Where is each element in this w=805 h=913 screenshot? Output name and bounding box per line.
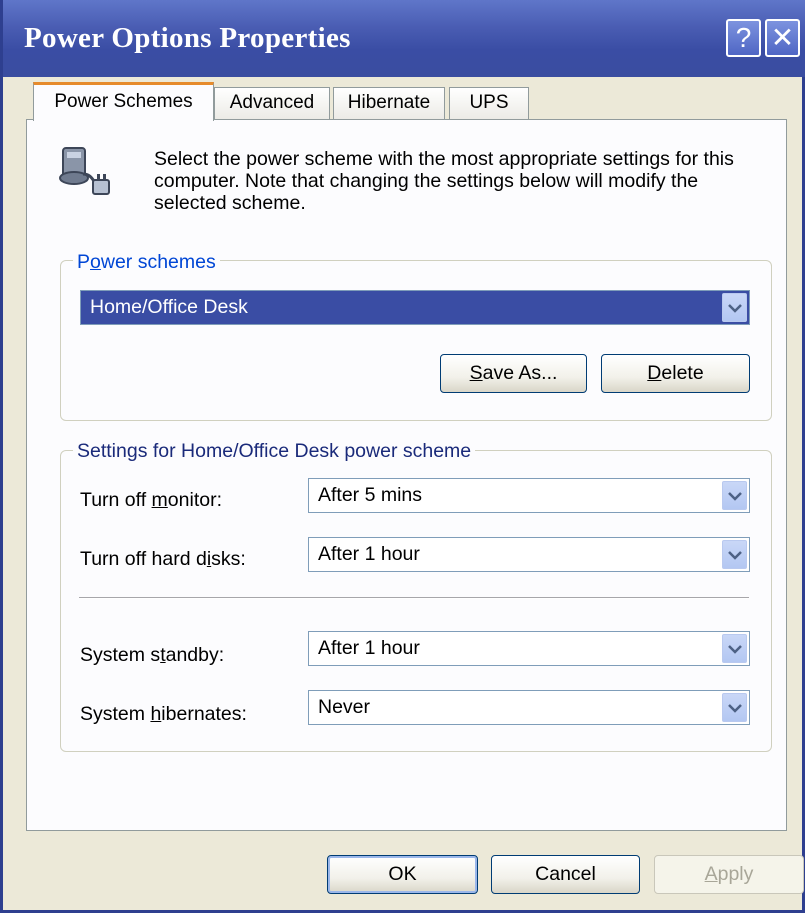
label-part: Turn off xyxy=(80,489,152,511)
label-part: onitor: xyxy=(167,489,222,511)
standby-label: System standby: xyxy=(80,644,224,666)
delete-button[interactable]: Delete xyxy=(601,354,750,393)
hard-disks-value: After 1 hour xyxy=(318,543,420,565)
ok-button[interactable]: OK xyxy=(327,855,478,894)
hard-disks-label: Turn off hard disks: xyxy=(80,548,246,570)
help-button[interactable]: ? xyxy=(726,19,761,57)
label-part: sks: xyxy=(211,548,246,570)
power-scheme-value: Home/Office Desk xyxy=(90,296,248,318)
hibernates-label: System hibernates: xyxy=(80,703,247,725)
standby-select[interactable]: After 1 hour xyxy=(308,631,750,666)
power-plug-computer-icon xyxy=(53,144,115,200)
group-label-accel: o xyxy=(90,251,101,273)
tab-advanced[interactable]: Advanced xyxy=(214,87,330,119)
save-as-button[interactable]: Save As... xyxy=(440,354,587,393)
standby-value: After 1 hour xyxy=(318,637,420,659)
chevron-down-icon[interactable] xyxy=(722,634,747,663)
chevron-down-icon[interactable] xyxy=(722,540,747,569)
window-title: Power Options Properties xyxy=(24,22,351,54)
label-part: Turn off hard d xyxy=(80,548,207,570)
chevron-down-icon[interactable] xyxy=(722,293,747,322)
monitor-value: After 5 mins xyxy=(318,484,423,506)
power-options-window: Power Options Properties ? ✕ Power Schem… xyxy=(0,0,805,913)
apply-button[interactable]: Apply xyxy=(654,855,804,894)
label-part: System xyxy=(80,703,151,725)
settings-divider xyxy=(79,597,749,599)
group-label-part: wer schemes xyxy=(100,251,216,273)
hibernates-value: Never xyxy=(318,696,371,718)
hibernates-select[interactable]: Never xyxy=(308,690,750,725)
power-schemes-group xyxy=(60,260,772,421)
power-schemes-group-label: Power schemes xyxy=(73,251,220,273)
label-part: andby: xyxy=(165,644,225,666)
intro-text: Select the power scheme with the most ap… xyxy=(154,148,734,214)
cancel-button[interactable]: Cancel xyxy=(491,855,640,894)
apply-accel: A xyxy=(704,863,718,885)
tab-power-schemes[interactable]: Power Schemes xyxy=(33,82,214,121)
label-part: System s xyxy=(80,644,161,666)
monitor-select[interactable]: After 5 mins xyxy=(308,478,750,513)
group-label-part: P xyxy=(77,251,91,273)
tab-hibernate[interactable]: Hibernate xyxy=(333,87,445,119)
monitor-label: Turn off monitor: xyxy=(80,489,222,511)
chevron-down-icon[interactable] xyxy=(722,481,747,510)
save-as-label: ave As... xyxy=(482,362,558,384)
chevron-down-icon[interactable] xyxy=(722,693,747,722)
hard-disks-select[interactable]: After 1 hour xyxy=(308,537,750,572)
apply-label: pply xyxy=(717,863,754,885)
delete-label: elete xyxy=(661,362,704,384)
save-as-accel: S xyxy=(469,362,483,384)
settings-group-label: Settings for Home/Office Desk power sche… xyxy=(73,440,476,462)
label-part: ibernates: xyxy=(161,703,247,725)
title-bar[interactable]: Power Options Properties ? ✕ xyxy=(3,0,805,77)
power-scheme-select[interactable]: Home/Office Desk xyxy=(80,290,750,325)
label-accel: h xyxy=(150,703,162,725)
close-button[interactable]: ✕ xyxy=(765,19,800,57)
label-accel: m xyxy=(151,489,168,511)
tab-ups[interactable]: UPS xyxy=(449,87,529,119)
delete-accel: D xyxy=(647,362,662,384)
